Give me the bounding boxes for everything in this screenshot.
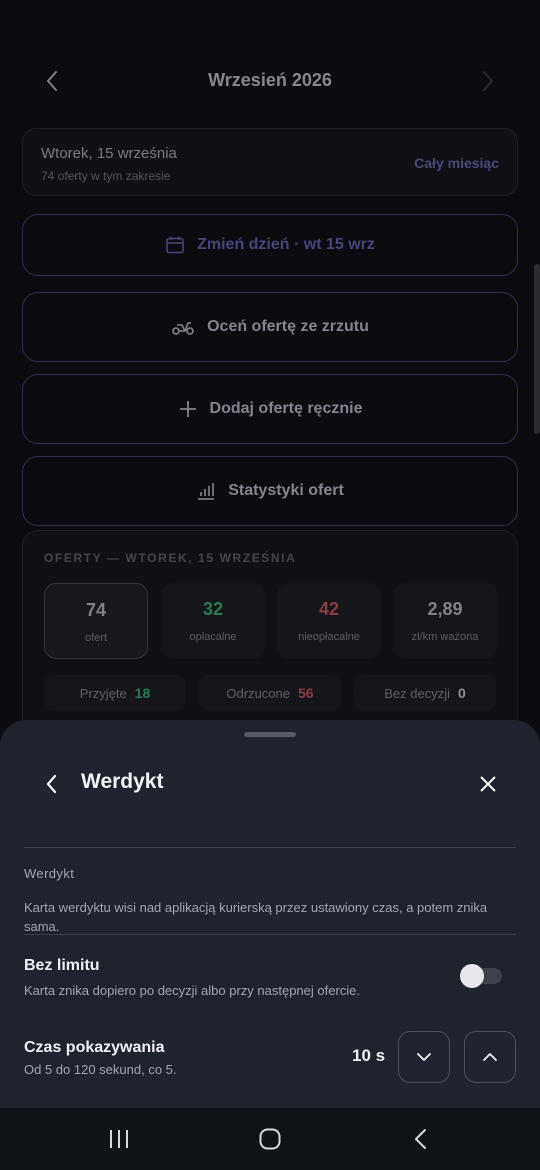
section-description: Karta werdyktu wisi nad aplikacją kurier… [24, 900, 488, 934]
bar-chart-icon [198, 483, 215, 500]
month-header: Wrzesień 2026 [0, 56, 540, 106]
arrow-left-icon [46, 774, 57, 794]
stat-profitable-label: opłacalne [189, 631, 237, 643]
stat-rate[interactable]: 2,89 zł/km ważona [393, 583, 497, 659]
duration-title: Czas pokazywania [24, 1039, 165, 1056]
chevron-up-icon [483, 1053, 497, 1061]
pill-accepted[interactable]: Przyjęte 18 [44, 675, 186, 711]
duration-decrease-button[interactable] [398, 1031, 450, 1083]
page-scrollbar[interactable] [534, 264, 540, 434]
stat-rate-label: zł/km ważona [411, 631, 479, 643]
next-month-button[interactable] [474, 66, 502, 96]
stat-profitable-value: 32 [202, 599, 224, 619]
no-limit-subtitle: Karta znika dopiero po decyzji albo przy… [24, 983, 361, 998]
home-icon [259, 1128, 281, 1150]
pill-rejected-value: 56 [298, 685, 314, 701]
chevron-right-icon [483, 71, 493, 91]
pill-accepted-label: Przyjęte [79, 685, 127, 701]
pill-undecided-label: Bez decyzji [384, 685, 450, 701]
system-back-button[interactable] [406, 1124, 436, 1154]
stat-total[interactable]: 74 ofert [44, 583, 148, 659]
rate-screenshot-button[interactable]: Oceń ofertę ze zrzutu [22, 292, 518, 362]
home-button[interactable] [255, 1124, 285, 1154]
pill-accepted-value: 18 [134, 685, 151, 701]
offers-heading: OFERTY — WTOREK, 15 WRZEŚNIA [44, 551, 297, 565]
pill-undecided-value: 0 [457, 685, 466, 701]
plus-icon [179, 401, 196, 417]
pill-rejected[interactable]: Odrzucone 56 [199, 675, 341, 711]
scooter-icon [172, 322, 194, 335]
rate-screenshot-label: Oceń ofertę ze zrzutu [207, 318, 369, 335]
sheet-close-button[interactable] [472, 768, 504, 800]
recents-icon [110, 1130, 128, 1148]
range-offer-count: 74 oferty w tym zakresie [41, 169, 171, 183]
system-navigation-bar [0, 1108, 540, 1170]
toggle-knob [460, 964, 484, 988]
add-offer-label: Dodaj ofertę ręcznie [209, 400, 363, 417]
duration-increase-button[interactable] [464, 1031, 516, 1083]
recents-button[interactable] [104, 1124, 134, 1154]
section-label: Werdykt [24, 866, 75, 881]
range-date: Wtorek, 15 września [41, 145, 177, 162]
chevron-down-icon [417, 1053, 431, 1061]
no-limit-title: Bez limitu [24, 957, 100, 974]
change-day-label: Zmień dzień · wt 15 wrz [197, 236, 375, 253]
change-day-button[interactable]: Zmień dzień · wt 15 wrz [22, 214, 518, 276]
whole-month-link[interactable]: Cały miesiąc [414, 155, 499, 171]
no-limit-toggle[interactable] [458, 964, 502, 988]
stats-button[interactable]: Statystyki ofert [22, 456, 518, 526]
duration-subtitle: Od 5 do 120 sekund, co 5. [24, 1062, 177, 1077]
sheet-drag-handle[interactable] [244, 732, 296, 737]
stat-total-label: ofert [84, 632, 107, 644]
sheet-title: Werdykt [81, 770, 164, 793]
month-title: Wrzesień 2026 [208, 70, 332, 90]
duration-value: 10 s [352, 1046, 386, 1065]
stats-label: Statystyki ofert [228, 482, 344, 499]
verdict-bottom-sheet: Werdykt Werdykt Karta werdyktu wisi nad … [0, 720, 540, 1108]
back-icon [415, 1129, 426, 1149]
stat-profitable[interactable]: 32 opłacalne [161, 583, 265, 659]
stat-unprofitable-label: nieopłacalne [298, 631, 360, 643]
stat-unprofitable[interactable]: 42 nieopłacalne [277, 583, 381, 659]
pill-rejected-label: Odrzucone [226, 685, 290, 701]
stat-unprofitable-value: 42 [318, 599, 340, 619]
add-offer-button[interactable]: Dodaj ofertę ręcznie [22, 374, 518, 444]
sheet-divider-middle [24, 934, 516, 935]
sheet-back-button[interactable] [36, 768, 68, 800]
date-range-card: Wtorek, 15 września 74 oferty w tym zakr… [22, 128, 518, 196]
calendar-icon [166, 236, 184, 254]
sheet-divider-top [24, 847, 516, 848]
stat-rate-value: 2,89 [427, 599, 463, 619]
close-icon [480, 776, 496, 792]
pill-undecided[interactable]: Bez decyzji 0 [354, 675, 496, 711]
stat-total-value: 74 [85, 600, 107, 620]
